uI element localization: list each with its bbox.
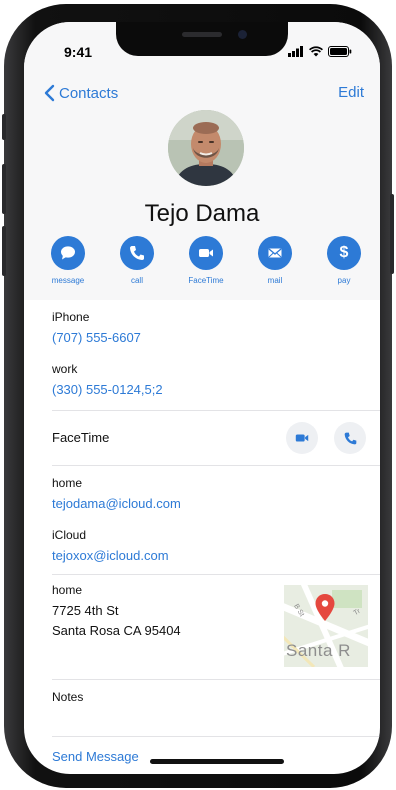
back-button-label: Contacts	[59, 84, 119, 102]
side-button	[390, 194, 394, 274]
phone-icon	[344, 432, 356, 444]
email-label: iCloud	[52, 528, 87, 542]
pay-action[interactable]: $ pay	[314, 236, 374, 285]
phone-frame: 9:41 Contacts Edit Tejo Dama message cal…	[2, 4, 394, 788]
message-action-label: message	[51, 276, 85, 285]
facetime-action[interactable]: FaceTime	[176, 236, 236, 285]
avatar-photo	[168, 110, 244, 186]
phone-label: work	[52, 362, 78, 376]
status-time: 9:41	[64, 44, 93, 60]
notes-label: Notes	[52, 690, 84, 704]
wifi-icon	[309, 46, 323, 57]
map-place-label: Santa R	[286, 641, 351, 660]
screen: 9:41 Contacts Edit Tejo Dama message cal…	[24, 22, 380, 774]
pay-action-label: pay	[337, 276, 351, 285]
facetime-video-button[interactable]	[286, 422, 318, 454]
volume-up-button	[2, 164, 6, 214]
mail-action-label: mail	[267, 276, 283, 285]
edit-button[interactable]: Edit	[338, 84, 364, 101]
phone-number[interactable]: (707) 555-6607	[52, 330, 380, 345]
avatar	[168, 110, 244, 186]
front-camera	[238, 30, 247, 39]
facetime-action-circle[interactable]	[189, 236, 223, 270]
email-row-home[interactable]: home tejodama@icloud.com	[24, 466, 380, 522]
phone-number[interactable]: (330) 555-0124,5;2	[52, 382, 380, 397]
quick-actions: message call FaceTime mail $ pay	[38, 236, 374, 285]
chevron-left-icon	[44, 84, 55, 102]
status-icons	[288, 46, 352, 57]
phone-icon	[130, 246, 144, 260]
send-message-row[interactable]: Send Message	[24, 737, 380, 774]
back-button[interactable]: Contacts	[44, 84, 118, 102]
call-action[interactable]: call	[107, 236, 167, 285]
message-action-circle[interactable]	[51, 236, 85, 270]
mail-action-circle[interactable]	[258, 236, 292, 270]
email-label: home	[52, 476, 83, 490]
map-thumbnail[interactable]: B St Tr Santa R	[284, 585, 368, 667]
speaker	[182, 32, 222, 37]
facetime-row[interactable]: FaceTime	[24, 411, 380, 465]
contact-details: iPhone (707) 555-6607 work (330) 555-012…	[24, 300, 380, 774]
pay-action-circle[interactable]: $	[327, 236, 361, 270]
phone-row-iphone[interactable]: iPhone (707) 555-6607	[24, 300, 380, 354]
phone-row-work[interactable]: work (330) 555-0124,5;2	[24, 354, 380, 410]
call-action-circle[interactable]	[120, 236, 154, 270]
home-indicator[interactable]	[150, 759, 284, 764]
dollar-icon: $	[339, 244, 349, 261]
email-address[interactable]: tejodama@icloud.com	[52, 496, 380, 511]
call-action-label: call	[130, 276, 143, 285]
phone-label: iPhone	[52, 310, 90, 324]
video-icon	[199, 249, 213, 257]
address-row[interactable]: home 7725 4th St Santa Rosa CA 95404 B S…	[24, 575, 380, 679]
map-pin-icon	[315, 594, 335, 621]
email-address[interactable]: tejoxox@icloud.com	[52, 548, 380, 563]
mute-switch	[2, 114, 6, 140]
facetime-audio-button[interactable]	[334, 422, 366, 454]
email-row-icloud[interactable]: iCloud tejoxox@icloud.com	[24, 522, 380, 574]
volume-down-button	[2, 226, 6, 276]
notch	[116, 22, 288, 56]
message-action[interactable]: message	[38, 236, 98, 285]
mail-icon	[268, 248, 282, 258]
facetime-action-label: FaceTime	[188, 276, 224, 285]
facetime-label: FaceTime	[52, 430, 110, 445]
mail-action[interactable]: mail	[245, 236, 305, 285]
battery-icon	[328, 46, 352, 57]
signal-icon	[288, 46, 303, 57]
message-icon	[61, 246, 75, 260]
video-icon	[295, 434, 309, 442]
contact-name: Tejo Dama	[144, 200, 260, 227]
notes-row[interactable]: Notes	[24, 680, 380, 736]
